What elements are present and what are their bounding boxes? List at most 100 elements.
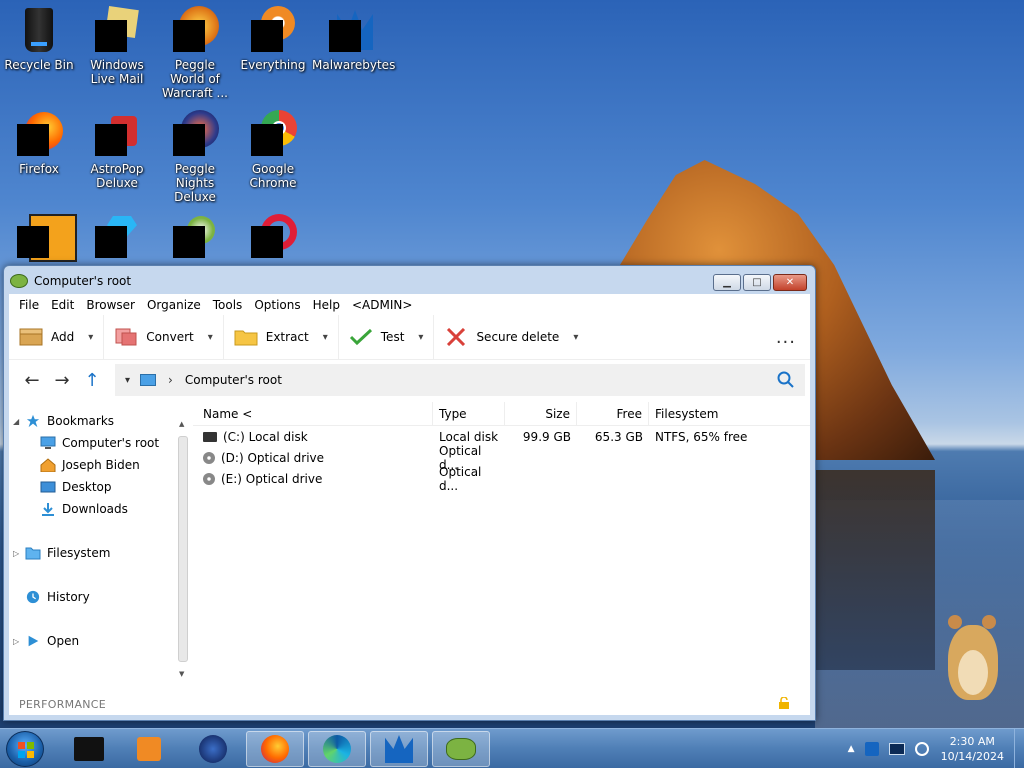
menu-bar: File Edit Browser Organize Tools Options…	[9, 294, 810, 315]
column-name[interactable]: Name <	[193, 401, 433, 426]
desktop-icon-gem[interactable]	[78, 212, 156, 264]
desktop-icon-label: Windows Live Mail	[90, 58, 144, 86]
taskbar-peazip[interactable]	[432, 731, 490, 767]
sidebar-item-joseph-biden[interactable]: Joseph Biden	[40, 458, 140, 472]
malwarebytes-icon	[385, 735, 413, 763]
app-window: Computer's root ▁ □ ✕ File Edit Browser …	[3, 265, 816, 721]
desktop-icon-plant[interactable]	[156, 212, 234, 264]
status-text[interactable]: PERFORMANCE	[19, 698, 106, 711]
extract-button[interactable]: Extract ▾	[224, 314, 339, 360]
sidebar-item-bookmarks[interactable]: ◢ Bookmarks	[13, 414, 114, 428]
address-path: Computer's root	[184, 373, 282, 387]
table-row[interactable]: (C:) Local disk Local disk 99.9 GB 65.3 …	[193, 426, 810, 447]
clock-time: 2:30 AM	[949, 735, 995, 748]
forward-button[interactable]: →	[47, 370, 77, 391]
chevron-down-icon[interactable]: ▾	[88, 332, 93, 343]
menu-help[interactable]: Help	[307, 298, 346, 312]
column-free[interactable]: Free	[577, 401, 649, 426]
play-icon	[28, 635, 39, 647]
desktop-icon-malwarebytes[interactable]: Malwarebytes	[312, 6, 395, 72]
row-type: Optical d...	[439, 464, 482, 493]
computer-icon	[40, 436, 56, 449]
menu-edit[interactable]: Edit	[45, 298, 80, 312]
desktop-icon-chrome[interactable]: Google Chrome	[234, 110, 312, 190]
maximize-button[interactable]: □	[743, 274, 771, 291]
collapsed-arrow-icon[interactable]: ▷	[13, 549, 25, 558]
column-size[interactable]: Size	[505, 401, 577, 426]
hamster-figure	[940, 605, 1006, 705]
desktop-icon-firefox[interactable]: Firefox	[0, 110, 78, 176]
show-desktop-button[interactable]	[1014, 729, 1024, 768]
chevron-down-icon[interactable]: ▾	[573, 332, 578, 343]
peazip-icon	[446, 738, 476, 760]
address-bar[interactable]: ▾ › Computer's root	[115, 364, 805, 396]
desktop-icon-peggle-nights[interactable]: Peggle Nights Deluxe	[156, 110, 234, 204]
desktop-icon-e-app[interactable]	[0, 212, 78, 264]
menu-tools[interactable]: Tools	[207, 298, 249, 312]
desktop-icon-recycle-bin[interactable]: Recycle Bin	[0, 6, 78, 72]
sidebar: ◢ Bookmarks Computer's root Joseph Biden…	[9, 402, 189, 693]
desktop-icon-opera[interactable]	[234, 212, 312, 264]
tray-shield-icon[interactable]	[864, 742, 879, 756]
desktop-icon-peggle-wow[interactable]: Peggle World of Warcraft ...	[156, 6, 234, 100]
desktop-icon-astropop[interactable]: AstroPop Deluxe	[78, 110, 156, 190]
desktop-icon-everything[interactable]: Everything	[234, 6, 312, 72]
everything-icon	[249, 6, 297, 54]
scroll-down-icon[interactable]: ▼	[179, 670, 184, 678]
clock[interactable]: 2:30 AM 10/14/2024	[941, 734, 1004, 764]
more-options-button[interactable]: ...	[776, 327, 796, 348]
collapsed-arrow-icon[interactable]: ▷	[13, 637, 25, 646]
table-row[interactable]: (D:) Optical drive Optical d...	[193, 444, 810, 472]
add-button[interactable]: Add ▾	[9, 314, 105, 360]
up-button[interactable]: ↑	[77, 370, 107, 391]
chevron-down-icon[interactable]: ▾	[323, 332, 328, 343]
sidebar-item-history[interactable]: History	[25, 590, 90, 604]
column-type[interactable]: Type	[433, 401, 505, 426]
minimize-button[interactable]: ▁	[713, 274, 741, 291]
menu-options[interactable]: Options	[248, 298, 306, 312]
chevron-down-icon[interactable]: ▾	[208, 332, 213, 343]
desktop-icon-label: Google Chrome	[249, 162, 297, 190]
volume-icon[interactable]	[914, 742, 929, 756]
search-icon[interactable]	[777, 371, 795, 389]
sidebar-item-computers-root[interactable]: Computer's root	[40, 436, 159, 450]
toolbar: Add ▾ Convert ▾ Extract ▾ Test ▾ Secure …	[9, 314, 810, 360]
sidebar-item-open[interactable]: ▷ Open	[13, 634, 79, 648]
lock-icon[interactable]	[778, 697, 790, 709]
menu-admin[interactable]: <ADMIN>	[346, 298, 418, 312]
sidebar-item-downloads[interactable]: Downloads	[40, 502, 128, 516]
tray-overflow-icon[interactable]: ▲	[848, 744, 855, 754]
title-bar[interactable]: Computer's root ▁ □ ✕	[4, 266, 815, 296]
secure-delete-button[interactable]: Secure delete ▾	[434, 315, 588, 360]
back-button[interactable]: ←	[17, 370, 47, 391]
chevron-down-icon[interactable]: ▾	[418, 332, 423, 343]
menu-file[interactable]: File	[13, 298, 45, 312]
scrollbar-thumb[interactable]	[178, 436, 188, 662]
sidebar-item-filesystem[interactable]: ▷ Filesystem	[13, 546, 110, 560]
download-icon	[42, 503, 54, 516]
start-button[interactable]	[6, 731, 44, 767]
status-bar: PERFORMANCE	[9, 693, 810, 715]
row-filesystem: NTFS, 65% free	[655, 429, 748, 444]
taskbar-malwarebytes[interactable]	[370, 731, 428, 767]
sidebar-item-desktop[interactable]: Desktop	[40, 480, 112, 494]
test-button[interactable]: Test ▾	[339, 314, 435, 360]
close-button[interactable]: ✕	[773, 274, 807, 291]
sidebar-scrollbar[interactable]: ▲ ▼	[177, 420, 189, 678]
network-icon[interactable]	[888, 743, 905, 755]
convert-button[interactable]: Convert ▾	[104, 314, 224, 360]
secure-delete-label: Secure delete	[476, 330, 560, 344]
desktop-icon-windows-live-mail[interactable]: Windows Live Mail	[78, 6, 156, 86]
column-filesystem[interactable]: Filesystem	[649, 402, 789, 426]
chevron-down-icon[interactable]: ▾	[125, 375, 130, 386]
menu-organize[interactable]: Organize	[141, 298, 207, 312]
taskbar-globe-app[interactable]	[184, 731, 242, 767]
menu-browser[interactable]: Browser	[80, 298, 141, 312]
scroll-up-icon[interactable]: ▲	[179, 420, 184, 428]
expanded-arrow-icon[interactable]: ◢	[13, 417, 25, 426]
taskbar-firefox[interactable]	[246, 731, 304, 767]
taskbar-edge[interactable]	[308, 731, 366, 767]
taskbar-media-player[interactable]	[120, 731, 178, 767]
taskbar-app-black-box[interactable]	[60, 731, 118, 767]
table-row[interactable]: (E:) Optical drive Optical d...	[193, 464, 810, 493]
